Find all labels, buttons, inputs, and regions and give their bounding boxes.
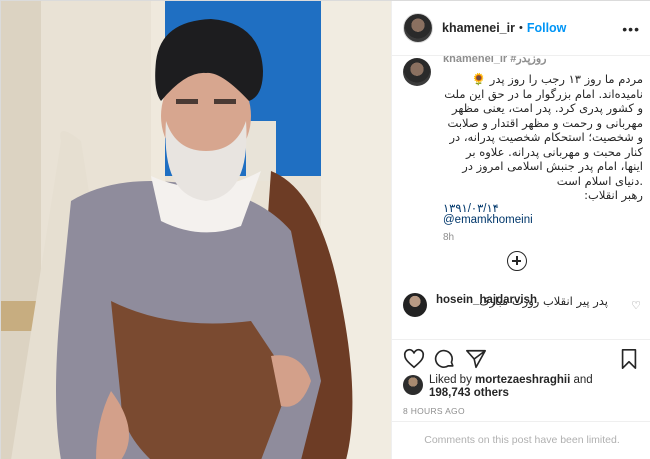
post-timestamp[interactable]: 8 HOURS AGO	[403, 406, 465, 416]
comments-area[interactable]: khamenei_ir #روزپدر مردم ما روز ۱۳ رجب ر…	[392, 56, 650, 339]
comment-like-icon[interactable]: ♡	[631, 299, 641, 312]
caption-line: مهربانی و رحمت و مظهر اقتدار و صلابت	[447, 115, 643, 130]
caption-line: نامیده‌اند. امام بزرگوار ما در حق این مل…	[444, 86, 643, 101]
mention-link[interactable]: @emamkhomeini	[443, 214, 533, 226]
author-avatar[interactable]	[403, 13, 433, 43]
caption-line: و کشور پدری کرد. پدر امت، یعنی مظهر	[452, 101, 643, 115]
caption-line: کنار محبت و مهربانی پدرانه. علاوه بر	[466, 144, 643, 159]
photo-image	[1, 1, 391, 459]
share-icon[interactable]	[465, 348, 487, 370]
caption-line: اینها، امام پدر جنبش اسلامی امروز در	[462, 159, 643, 173]
likes-text: Liked by mortezaeshraghii and 198,743 ot…	[429, 374, 629, 400]
instagram-post: khamenei_ir • Follow ••• khamenei_ir #رو…	[0, 0, 650, 459]
comment-item: hosein_hajdarvish پدر پیر انقلاب روزت مب…	[403, 291, 643, 321]
post-sidebar: khamenei_ir • Follow ••• khamenei_ir #رو…	[391, 1, 650, 459]
header-separator: •	[518, 22, 523, 34]
caption-line: مردم ما روز ۱۳ رجب را روز پدر 🌻	[471, 72, 643, 86]
likes-summary: Liked by mortezaeshraghii and 198,743 ot…	[403, 374, 643, 400]
liker-username[interactable]: mortezaeshraghii	[475, 374, 570, 386]
caption-avatar[interactable]	[403, 58, 431, 86]
likes-count[interactable]: 198,743 others	[429, 387, 509, 399]
author-username[interactable]: khamenei_ir	[442, 21, 515, 35]
caption-text: مردم ما روز ۱۳ رجب را روز پدر 🌻 نامیده‌ا…	[443, 72, 643, 203]
post-photo	[1, 1, 391, 459]
caption-date: ۱۳۹۱/۰۳/۱۴	[443, 203, 499, 215]
caption-username[interactable]: khamenei_ir #روزپدر	[443, 56, 546, 65]
comment-icon[interactable]	[434, 348, 456, 370]
comment-text: پدر پیر انقلاب روزت مبارک	[479, 294, 608, 308]
more-options-icon[interactable]: •••	[622, 21, 640, 37]
comments-limited-notice: Comments on this post have been limited.	[392, 421, 650, 459]
action-bar	[392, 339, 650, 377]
caption-line: و شخصیت؛ استحکام شخصیت پدرانه، در	[449, 130, 643, 144]
likes-prefix: Liked by	[429, 374, 472, 386]
liker-avatar[interactable]	[403, 375, 423, 395]
save-icon[interactable]	[618, 348, 640, 370]
caption-line: .دنیای اسلام است	[556, 173, 643, 188]
likes-connector: and	[573, 374, 593, 386]
like-icon[interactable]	[403, 348, 425, 370]
load-more-comments-icon[interactable]	[507, 251, 527, 271]
caption-time: 8h	[443, 232, 455, 243]
follow-button[interactable]: Follow	[527, 21, 567, 35]
commenter-avatar[interactable]	[403, 293, 427, 317]
post-header: khamenei_ir • Follow •••	[392, 1, 650, 56]
